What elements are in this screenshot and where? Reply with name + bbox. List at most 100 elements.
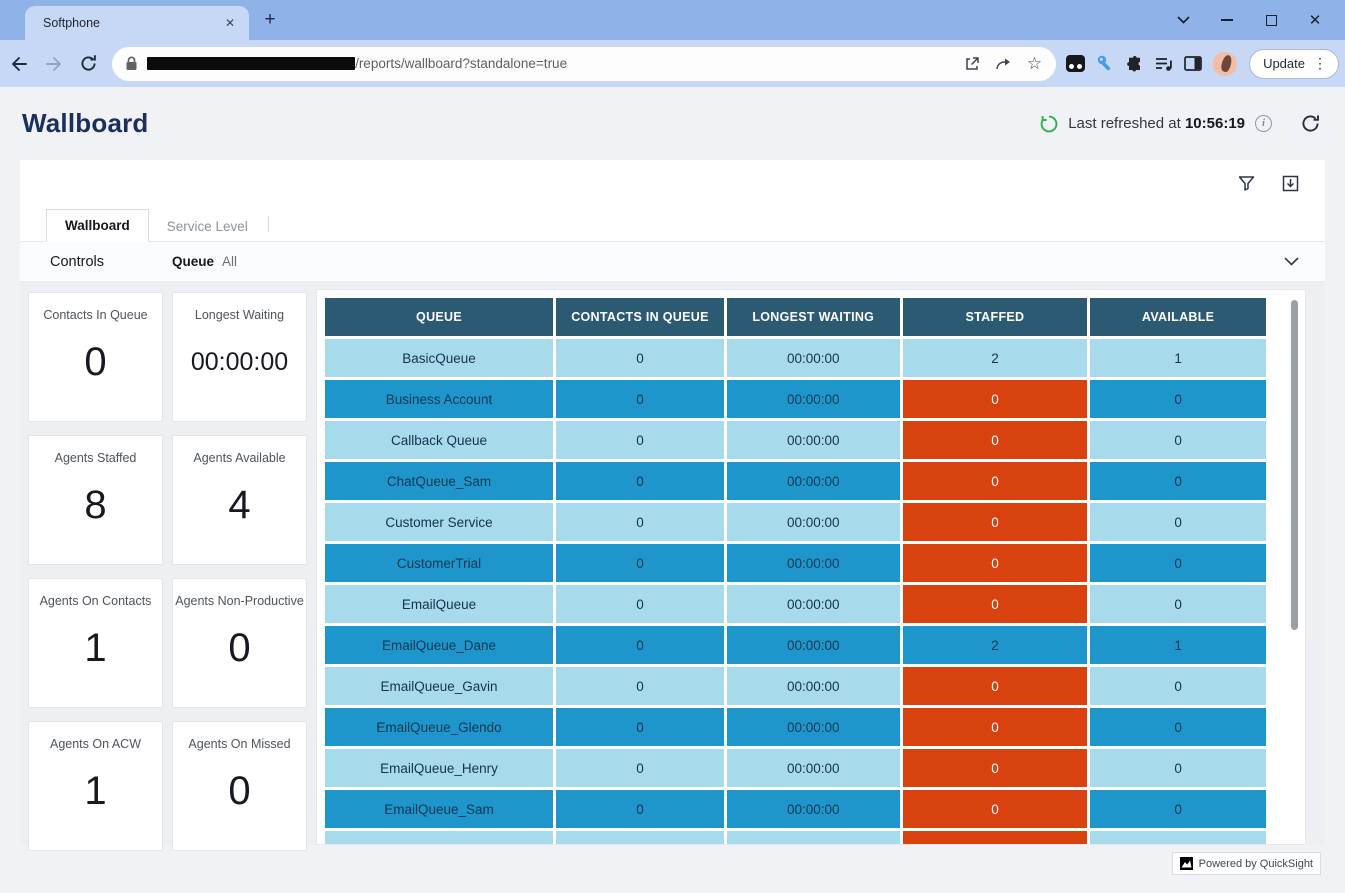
tab-search-chevron-icon[interactable] [1161, 0, 1205, 40]
kpi-card: Contacts In Queue0 [28, 292, 163, 422]
cell-queue: Business Account [325, 380, 553, 418]
cell-queue: EmailQueue_Sam [325, 790, 553, 828]
cell-longest-waiting: 00:00:00 [727, 831, 900, 845]
cell-queue: ChatQueue_Sam [325, 462, 553, 500]
column-header-staffed[interactable]: STAFFED [903, 298, 1088, 336]
kpi-card: Agents On Contacts1 [28, 578, 163, 708]
redacted-url-host [147, 57, 355, 70]
table-row[interactable]: ChatQueue_Sam000:00:0000 [325, 462, 1266, 500]
kpi-card: Agents Available4 [172, 435, 307, 565]
refresh-button[interactable] [1300, 113, 1321, 134]
cell-longest-waiting: 00:00:00 [727, 585, 900, 623]
kpi-card: Agents On ACW1 [28, 721, 163, 851]
cell-available: 0 [1090, 708, 1266, 746]
update-button-label: Update [1263, 56, 1305, 71]
kpi-label: Contacts In Queue [40, 308, 150, 322]
cell-contacts-in-queue: 0 [556, 339, 724, 377]
playlist-extension-icon[interactable] [1155, 56, 1173, 72]
cell-available: 0 [1090, 667, 1266, 705]
table-row[interactable]: EmailQueue_Sam000:00:0000 [325, 790, 1266, 828]
table-row[interactable]: Callback Queue000:00:0000 [325, 421, 1266, 459]
table-row[interactable]: Customer Service000:00:0000 [325, 503, 1266, 541]
window-close-button[interactable]: ✕ [1293, 0, 1337, 40]
table-row[interactable]: EmailQueue000:00:0000 [325, 585, 1266, 623]
kpi-label: Longest Waiting [192, 308, 287, 322]
dark-extension-icon[interactable] [1066, 55, 1085, 72]
cell-available: 0 [1090, 749, 1266, 787]
column-header-longest-waiting[interactable]: LONGEST WAITING [727, 298, 900, 336]
tab-close-icon[interactable]: ✕ [221, 14, 239, 32]
page-header: Wallboard Last refreshed at 10:56:19 i [0, 87, 1345, 160]
side-panel-icon[interactable] [1184, 56, 1202, 71]
cell-contacts-in-queue: 0 [556, 462, 724, 500]
table-scrollbar[interactable] [1291, 300, 1298, 630]
cell-queue: EmailQueue_Gavin [325, 667, 553, 705]
cell-available: 0 [1090, 790, 1266, 828]
tab-wallboard[interactable]: Wallboard [46, 209, 149, 242]
cell-contacts-in-queue: 0 [556, 503, 724, 541]
extensions-strip [1066, 52, 1237, 76]
cell-longest-waiting: 00:00:00 [727, 667, 900, 705]
minimize-button[interactable] [1205, 0, 1249, 40]
tab-service-level[interactable]: Service Level [149, 211, 266, 242]
tab-separator [268, 216, 269, 232]
table-row[interactable]: CustomerTrial000:00:0000 [325, 544, 1266, 582]
table-row[interactable]: Business Account000:00:0000 [325, 380, 1266, 418]
table-row[interactable]: BasicQueue000:00:0021 [325, 339, 1266, 377]
cell-queue: Customer Service [325, 503, 553, 541]
cell-available: 0 [1090, 585, 1266, 623]
column-header-contacts-in-queue[interactable]: CONTACTS IN QUEUE [556, 298, 724, 336]
share-icon[interactable] [995, 56, 1012, 72]
new-tab-button[interactable]: + [258, 9, 282, 33]
kpi-card: Agents Non-Productive0 [172, 578, 307, 708]
column-header-available[interactable]: AVAILABLE [1090, 298, 1266, 336]
cell-staffed: 0 [903, 667, 1088, 705]
table-row[interactable]: EmailQueue_Dane000:00:0021 [325, 626, 1266, 664]
cell-available: 0 [1090, 831, 1266, 845]
cell-staffed: 0 [903, 585, 1088, 623]
update-button[interactable]: Update ⋮ [1249, 49, 1339, 79]
table-row[interactable]: EmailQueue_Gavin000:00:0000 [325, 667, 1266, 705]
column-header-queue[interactable]: QUEUE [325, 298, 553, 336]
cell-contacts-in-queue: 0 [556, 708, 724, 746]
key-extension-icon[interactable] [1096, 54, 1115, 73]
controls-collapse-chevron-icon[interactable] [1284, 257, 1299, 266]
queue-filter-label[interactable]: Queue [172, 254, 214, 269]
browser-titlebar: Softphone ✕ + ✕ [0, 0, 1345, 40]
info-icon[interactable]: i [1255, 115, 1272, 132]
sheet-tabbar: Wallboard Service Level [20, 206, 1325, 242]
maximize-button[interactable] [1249, 0, 1293, 40]
cell-available: 0 [1090, 503, 1266, 541]
profile-avatar[interactable] [1213, 52, 1237, 76]
cell-longest-waiting: 00:00:00 [727, 626, 900, 664]
browser-menu-kebab-icon[interactable]: ⋮ [1308, 55, 1332, 72]
table-row[interactable]: EmailQueue_Glendo000:00:0000 [325, 708, 1266, 746]
reload-icon[interactable] [73, 47, 104, 81]
filter-icon[interactable] [1238, 175, 1255, 192]
window-controls: ✕ [1161, 0, 1337, 40]
kpi-value: 00:00:00 [191, 322, 288, 421]
sheet-toolbar [20, 160, 1325, 206]
cell-available: 0 [1090, 380, 1266, 418]
cell-available: 0 [1090, 462, 1266, 500]
extensions-puzzle-icon[interactable] [1126, 55, 1144, 73]
page-title: Wallboard [22, 108, 149, 139]
queue-filter-value[interactable]: All [222, 254, 237, 269]
bookmark-star-icon[interactable]: ☆ [1027, 55, 1042, 72]
cell-longest-waiting: 00:00:00 [727, 380, 900, 418]
address-bar[interactable]: /reports/wallboard?standalone=true ☆ [112, 47, 1056, 81]
open-in-new-icon[interactable] [964, 56, 980, 72]
kpi-value: 0 [228, 608, 250, 707]
omnibox-actions: ☆ [964, 55, 1042, 72]
table-row[interactable]: EmailQueue_T000:00:0000 [325, 831, 1266, 845]
cell-queue: EmailQueue_T [325, 831, 553, 845]
cell-contacts-in-queue: 0 [556, 380, 724, 418]
cell-staffed: 0 [903, 462, 1088, 500]
export-icon[interactable] [1282, 175, 1299, 192]
back-icon[interactable] [4, 47, 35, 81]
browser-tab[interactable]: Softphone ✕ [25, 6, 249, 40]
cell-queue: EmailQueue_Henry [325, 749, 553, 787]
forward-icon[interactable] [39, 47, 70, 81]
cell-longest-waiting: 00:00:00 [727, 790, 900, 828]
table-row[interactable]: EmailQueue_Henry000:00:0000 [325, 749, 1266, 787]
